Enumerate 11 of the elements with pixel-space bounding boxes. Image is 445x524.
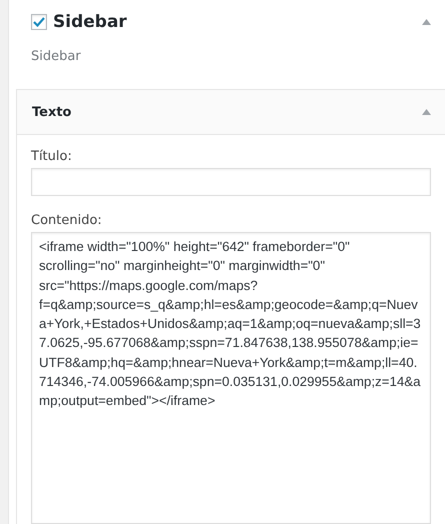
widget-title: Texto [32,104,72,120]
collapse-arrow-icon[interactable] [422,109,431,115]
field-label: Contenido: [31,213,103,228]
checkbox[interactable] [31,14,47,30]
field-label: Título: [31,149,73,164]
sidebar-title: Sidebar [53,12,128,32]
title-input-field[interactable] [31,168,431,196]
collapse-arrow-icon[interactable] [422,19,431,25]
content-text-area[interactable]: <iframe width="100%" height="642" frameborder="0" scrolling="no" marginheight="0" marginwidth="0" src="https://maps.google.com/maps?f=q&amp;source=s_q&amp;hl=es&amp;geocode=&amp;q=Nueva+York,+Estados+Unidos&amp;aq=1&amp;oq=nueva&amp;sll=37.0625,-95.677068&amp;sspn=71.847638,138.955078&amp;ie=UTF8&amp;hq=&amp;hnear=Nueva+York&amp;t=m&amp;ll=40.714346,-74.005966&amp;spn=0.035131,0.029955&amp;z=14&amp;output=embed"></iframe> [31,232,431,524]
widget-header[interactable]: Texto [17,90,445,135]
sidebar-description: Sidebar [30,48,82,66]
